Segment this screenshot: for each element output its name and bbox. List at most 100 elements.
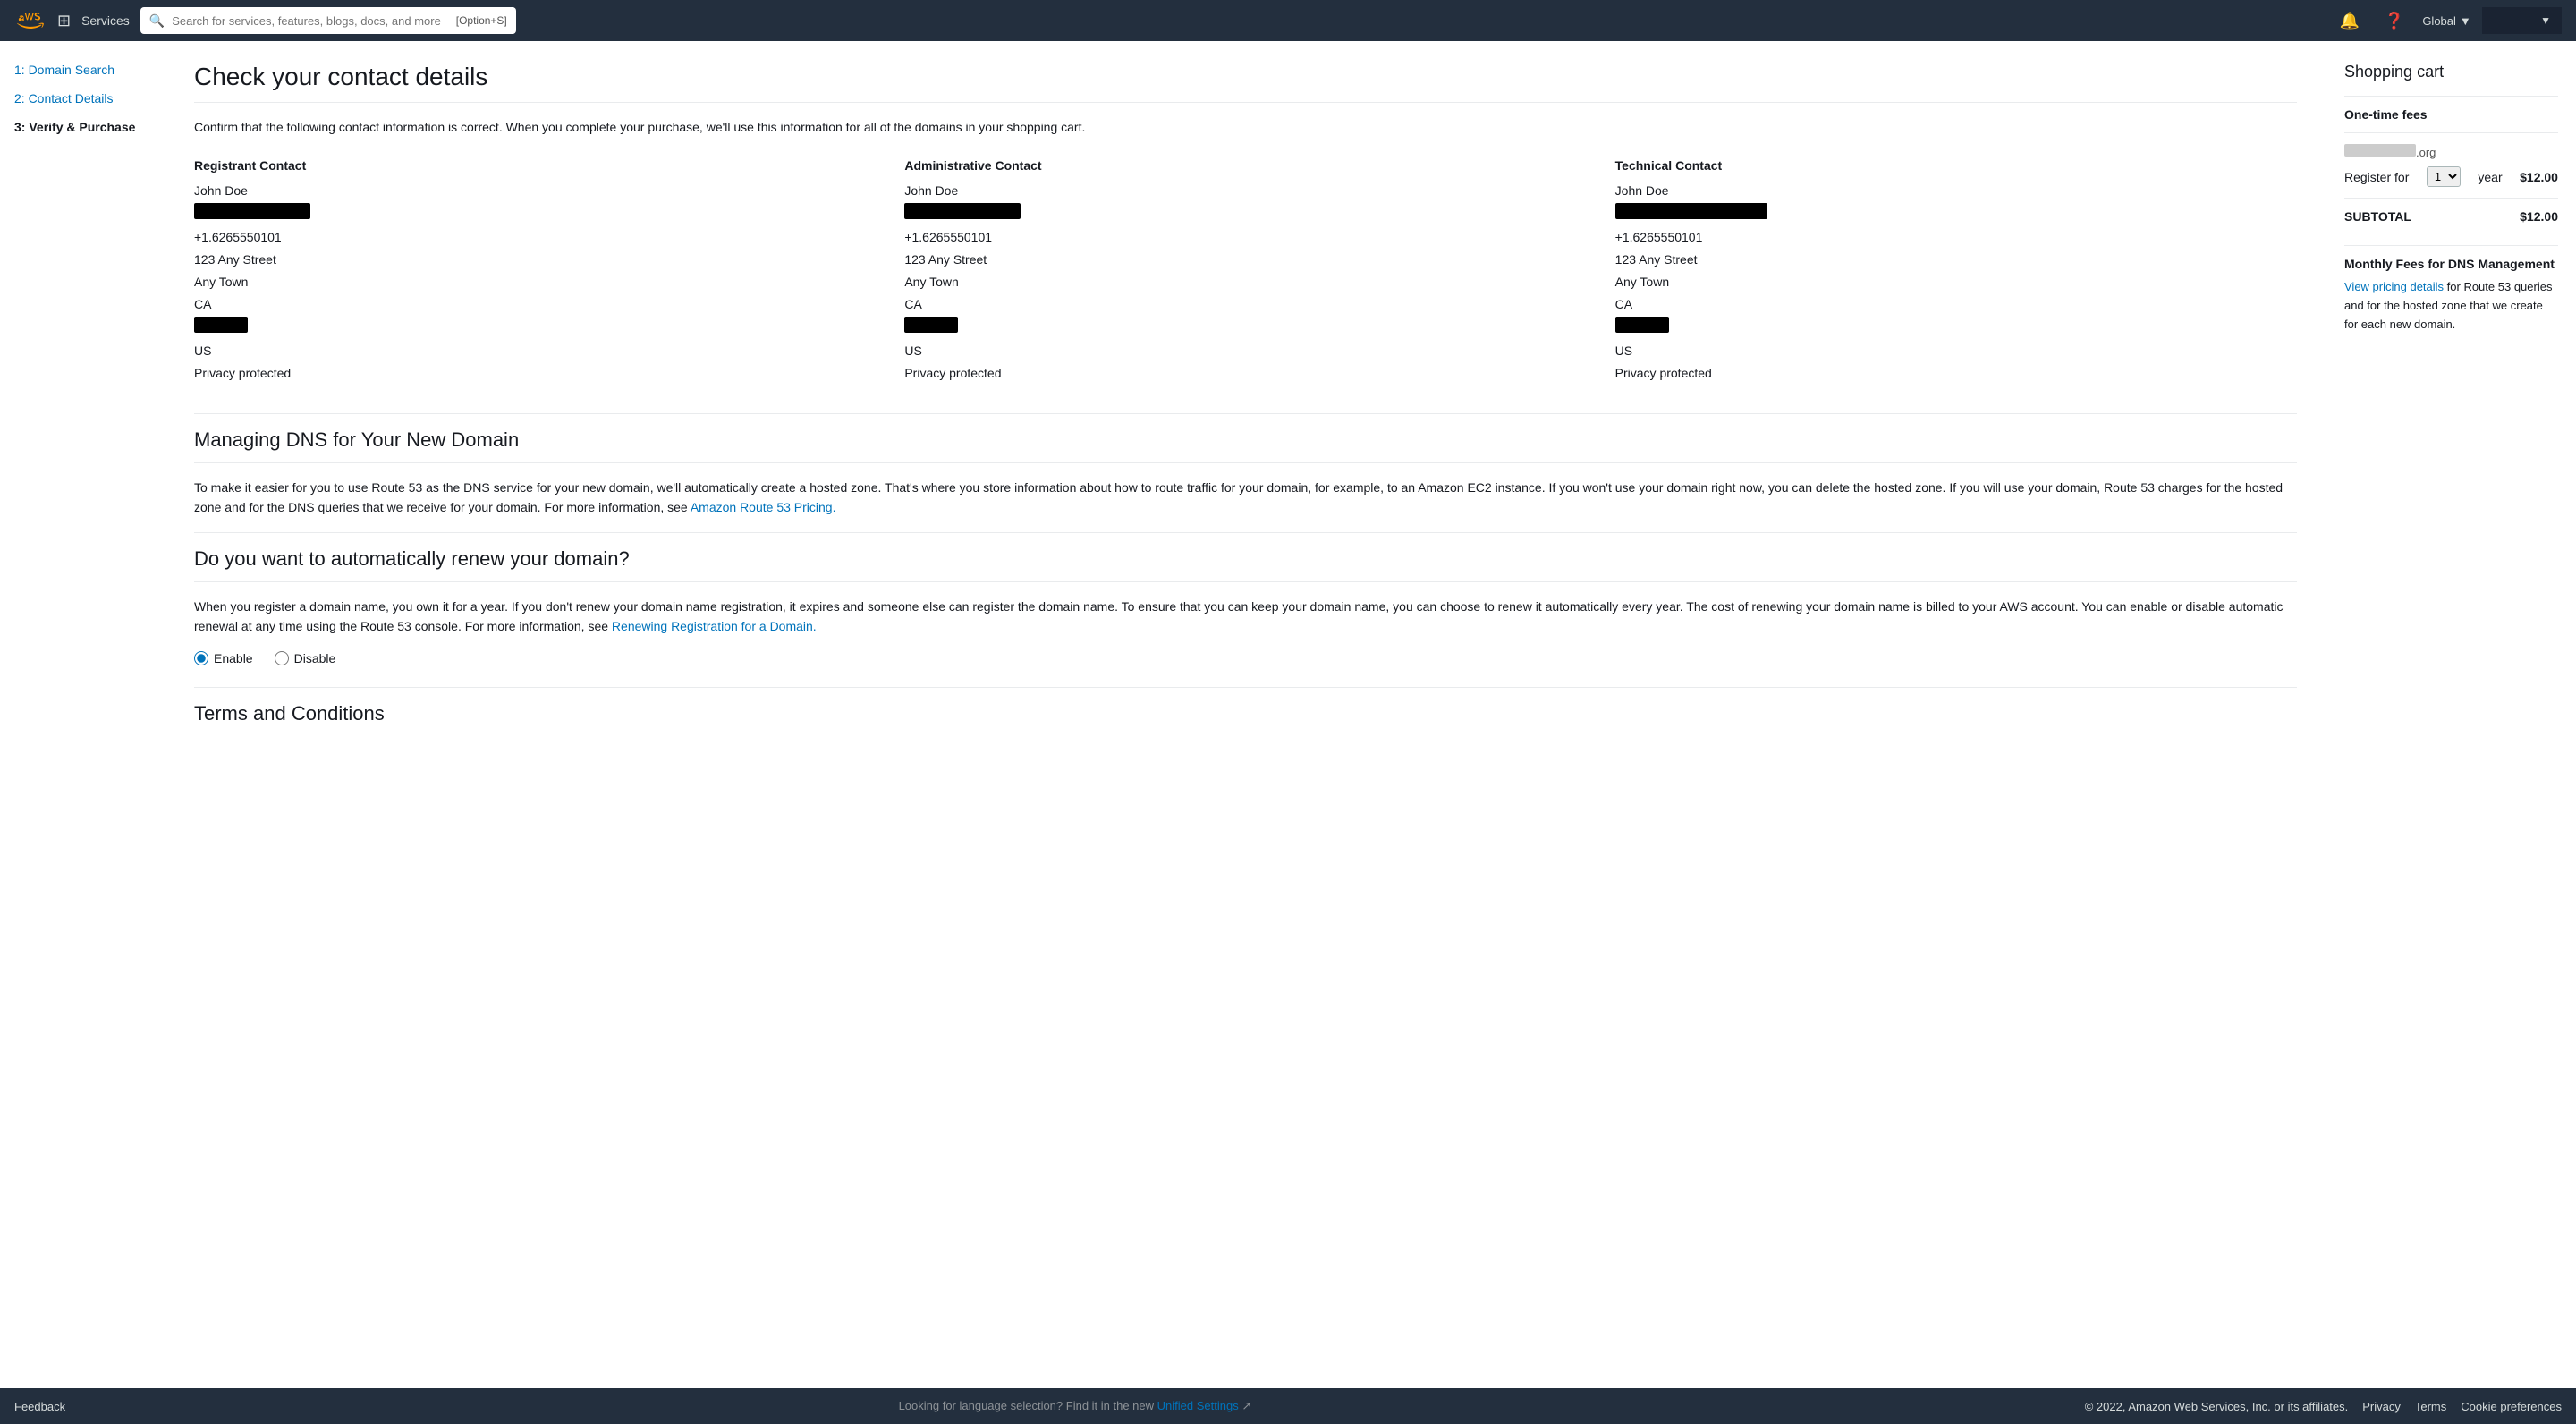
- enable-radio[interactable]: [194, 651, 208, 665]
- domain-search-link[interactable]: 1: Domain Search: [14, 63, 114, 77]
- cart-domain-name: [2344, 144, 2416, 157]
- footer-middle: Looking for language selection? Find it …: [65, 1399, 2085, 1413]
- admin-city: Any Town: [904, 275, 958, 289]
- global-selector[interactable]: Global ▼: [2422, 14, 2470, 28]
- enable-radio-option[interactable]: Enable: [194, 651, 253, 665]
- admin-state: CA: [904, 297, 921, 311]
- grid-icon[interactable]: ⊞: [57, 12, 71, 30]
- tech-zip-redacted: [1615, 317, 1669, 333]
- cart-item-price: $12.00: [2520, 170, 2558, 184]
- terms-link[interactable]: Terms: [2415, 1400, 2446, 1413]
- unified-settings-link[interactable]: Unified Settings: [1157, 1399, 1239, 1412]
- contact-columns: Registrant Contact John Doe +1.626555010…: [194, 158, 2297, 385]
- aws-logo[interactable]: [14, 4, 47, 37]
- cart-subtotal-divider: [2344, 198, 2558, 199]
- year-select[interactable]: 1 2 3: [2427, 166, 2461, 187]
- footer-right: © 2022, Amazon Web Services, Inc. or its…: [2085, 1400, 2562, 1413]
- cart-monthly-divider: [2344, 245, 2558, 246]
- cart-subtotal-row: SUBTOTAL $12.00: [2344, 209, 2558, 224]
- admin-address: 123 Any Street: [904, 252, 987, 267]
- registrant-zip-redacted: [194, 317, 248, 333]
- cart-domain-row: .org: [2344, 144, 2558, 159]
- tech-country: US: [1615, 343, 1632, 358]
- account-label: ▼: [2493, 14, 2551, 27]
- disable-radio-label: Disable: [294, 651, 336, 665]
- privacy-link[interactable]: Privacy: [2362, 1400, 2401, 1413]
- services-nav-label[interactable]: Services: [81, 13, 130, 28]
- search-box[interactable]: 🔍 [Option+S]: [140, 7, 516, 34]
- registrant-privacy: Privacy protected: [194, 366, 291, 380]
- administrative-contact-col: Administrative Contact John Doe +1.62655…: [904, 158, 1586, 385]
- admin-name: John Doe: [904, 183, 958, 198]
- cookie-preferences-link[interactable]: Cookie preferences: [2461, 1400, 2562, 1413]
- cart-domain-tld: .org: [2416, 146, 2436, 159]
- admin-zip-redacted: [904, 317, 958, 333]
- top-navigation: ⊞ Services 🔍 [Option+S] 🔔 ❓ Global ▼ ▼: [0, 0, 2576, 41]
- description-text: Confirm that the following contact infor…: [194, 117, 2297, 137]
- renewal-radio-group: Enable Disable: [194, 651, 2297, 665]
- registrant-heading: Registrant Contact: [194, 158, 876, 173]
- footer-middle-text: Looking for language selection? Find it …: [899, 1399, 1157, 1412]
- shopping-cart: Shopping cart One-time fees .org Registe…: [2326, 41, 2576, 1388]
- global-chevron-icon: ▼: [2460, 14, 2471, 28]
- administrative-heading: Administrative Contact: [904, 158, 1586, 173]
- subtotal-value: $12.00: [2520, 209, 2558, 224]
- sidebar: 1: Domain Search 2: Contact Details 3: V…: [0, 41, 165, 1388]
- admin-privacy: Privacy protected: [904, 366, 1001, 380]
- technical-heading: Technical Contact: [1615, 158, 2297, 173]
- cart-top-divider: [2344, 96, 2558, 97]
- search-input[interactable]: [172, 14, 449, 28]
- dns-pricing-link[interactable]: Amazon Route 53 Pricing.: [691, 500, 836, 514]
- page-title: Check your contact details: [194, 63, 2297, 91]
- main-content: Check your contact details Confirm that …: [165, 41, 2326, 1388]
- registrant-city: Any Town: [194, 275, 248, 289]
- enable-radio-label: Enable: [214, 651, 253, 665]
- registrant-address: 123 Any Street: [194, 252, 276, 267]
- dns-body-text: To make it easier for you to use Route 5…: [194, 480, 2283, 514]
- subtotal-label: SUBTOTAL: [2344, 209, 2411, 224]
- sidebar-item-domain-search[interactable]: 1: Domain Search: [14, 63, 150, 77]
- view-pricing-link[interactable]: View pricing details: [2344, 280, 2444, 293]
- admin-email-redacted: [904, 203, 1021, 219]
- year-label: year: [2478, 170, 2502, 184]
- tech-phone: +1.6265550101: [1615, 230, 1703, 244]
- search-icon: 🔍: [149, 13, 165, 29]
- bell-icon[interactable]: 🔔: [2332, 8, 2366, 34]
- disable-radio[interactable]: [275, 651, 289, 665]
- terms-heading: Terms and Conditions: [194, 702, 2297, 725]
- page-wrapper: 1: Domain Search 2: Contact Details 3: V…: [0, 41, 2576, 1388]
- cart-register-row: Register for 1 2 3 year $12.00: [2344, 166, 2558, 187]
- contact-details-link[interactable]: 2: Contact Details: [14, 91, 114, 106]
- registrant-state: CA: [194, 297, 211, 311]
- monthly-fees-label: Monthly Fees for DNS Management: [2344, 257, 2558, 271]
- registrant-phone: +1.6265550101: [194, 230, 282, 244]
- dns-heading-divider: [194, 462, 2297, 463]
- renewal-divider: [194, 532, 2297, 533]
- tech-privacy: Privacy protected: [1615, 366, 1712, 380]
- cart-title: Shopping cart: [2344, 63, 2558, 81]
- sidebar-item-verify-purchase: 3: Verify & Purchase: [14, 120, 150, 134]
- registrant-email-redacted: [194, 203, 310, 219]
- admin-country: US: [904, 343, 921, 358]
- search-shortcut: [Option+S]: [456, 14, 507, 27]
- title-divider: [194, 102, 2297, 103]
- global-label: Global: [2422, 14, 2456, 28]
- terms-divider: [194, 687, 2297, 688]
- feedback-link[interactable]: Feedback: [14, 1400, 65, 1413]
- admin-phone: +1.6265550101: [904, 230, 992, 244]
- one-time-fees-label: One-time fees: [2344, 107, 2558, 122]
- tech-city: Any Town: [1615, 275, 1669, 289]
- verify-purchase-label: 3: Verify & Purchase: [14, 120, 135, 134]
- renewal-link[interactable]: Renewing Registration for a Domain.: [612, 619, 817, 633]
- footer: Feedback Looking for language selection?…: [0, 1388, 2576, 1424]
- renewal-body: When you register a domain name, you own…: [194, 597, 2297, 637]
- registrant-contact-col: Registrant Contact John Doe +1.626555010…: [194, 158, 876, 385]
- help-icon[interactable]: ❓: [2377, 8, 2411, 34]
- registrant-name: John Doe: [194, 183, 248, 198]
- account-menu[interactable]: ▼: [2482, 7, 2562, 34]
- technical-contact-col: Technical Contact John Doe +1.6265550101…: [1615, 158, 2297, 385]
- dns-body: To make it easier for you to use Route 5…: [194, 478, 2297, 518]
- disable-radio-option[interactable]: Disable: [275, 651, 336, 665]
- cart-fees-divider: [2344, 132, 2558, 133]
- sidebar-item-contact-details[interactable]: 2: Contact Details: [14, 91, 150, 106]
